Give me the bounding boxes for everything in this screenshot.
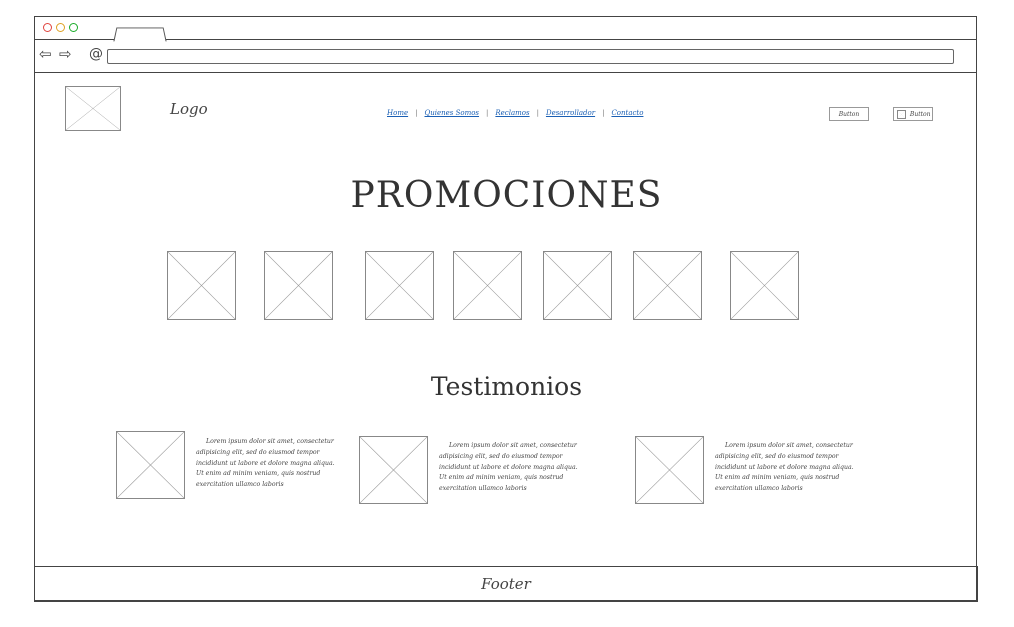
testimonial-image <box>359 436 428 504</box>
image-icon <box>897 110 906 119</box>
testimonial-image <box>635 436 704 504</box>
browser-window: ⇦ ⇨ @ Logo Home | Quienes Somos | Reclamos | D… <box>34 16 978 602</box>
testimonial-text: Lorem ipsum dolor sit amet, consectetur … <box>715 441 855 495</box>
testimonial-text: Lorem ipsum dolor sit amet, consectetur … <box>439 441 579 495</box>
testimonials-title: Testimonios <box>430 372 583 401</box>
promotion-image[interactable] <box>543 251 612 320</box>
testimonial-text: Lorem ipsum dolor sit amet, consectetur … <box>196 437 336 491</box>
promotion-image[interactable] <box>365 251 434 320</box>
promotion-image[interactable] <box>264 251 333 320</box>
url-field[interactable] <box>107 49 954 64</box>
menu-separator: | <box>415 109 418 117</box>
header-button-1[interactable]: Button <box>829 107 869 121</box>
logo-text: Logo <box>170 100 208 118</box>
browser-titlebar <box>35 17 976 42</box>
minimize-window-dot[interactable] <box>56 23 65 32</box>
at-sign-icon: @ <box>89 46 103 62</box>
forward-arrow-icon[interactable]: ⇨ <box>59 47 72 62</box>
testimonial-text-1: Lorem ipsum dolor sit amet, consectetur … <box>196 438 335 489</box>
testimonial-text-3: Lorem ipsum dolor sit amet, consectetur … <box>715 442 854 493</box>
menu-quienes-somos[interactable]: Quienes Somos <box>424 109 479 117</box>
header-button-2-label: Button <box>909 111 931 118</box>
close-window-dot[interactable] <box>43 23 52 32</box>
menu-separator: | <box>536 109 539 117</box>
menu-home[interactable]: Home <box>387 109 408 117</box>
testimonial-text-2: Lorem ipsum dolor sit amet, consectetur … <box>439 442 578 493</box>
menu-contacto[interactable]: Contacto <box>611 109 643 117</box>
promotions-title: PROMOCIONES <box>350 175 663 216</box>
promotion-image[interactable] <box>633 251 702 320</box>
menu-reclamos[interactable]: Reclamos <box>495 109 529 117</box>
maximize-window-dot[interactable] <box>69 23 78 32</box>
logo-image <box>65 86 121 131</box>
menu-separator: | <box>486 109 489 117</box>
back-arrow-icon[interactable]: ⇦ <box>39 47 52 62</box>
page-footer: Footer <box>34 566 978 602</box>
promotion-image[interactable] <box>730 251 799 320</box>
main-menu: Home | Quienes Somos | Reclamos | Desarrollado… <box>387 109 643 117</box>
promotion-image[interactable] <box>167 251 236 320</box>
testimonial-image <box>116 431 185 499</box>
menu-desarrollador[interactable]: Desarrollador <box>546 109 595 117</box>
promotion-image[interactable] <box>453 251 522 320</box>
menu-separator: | <box>602 109 605 117</box>
browser-navbar: ⇦ ⇨ @ <box>35 39 976 73</box>
header-button-2[interactable]: Button <box>893 107 933 121</box>
